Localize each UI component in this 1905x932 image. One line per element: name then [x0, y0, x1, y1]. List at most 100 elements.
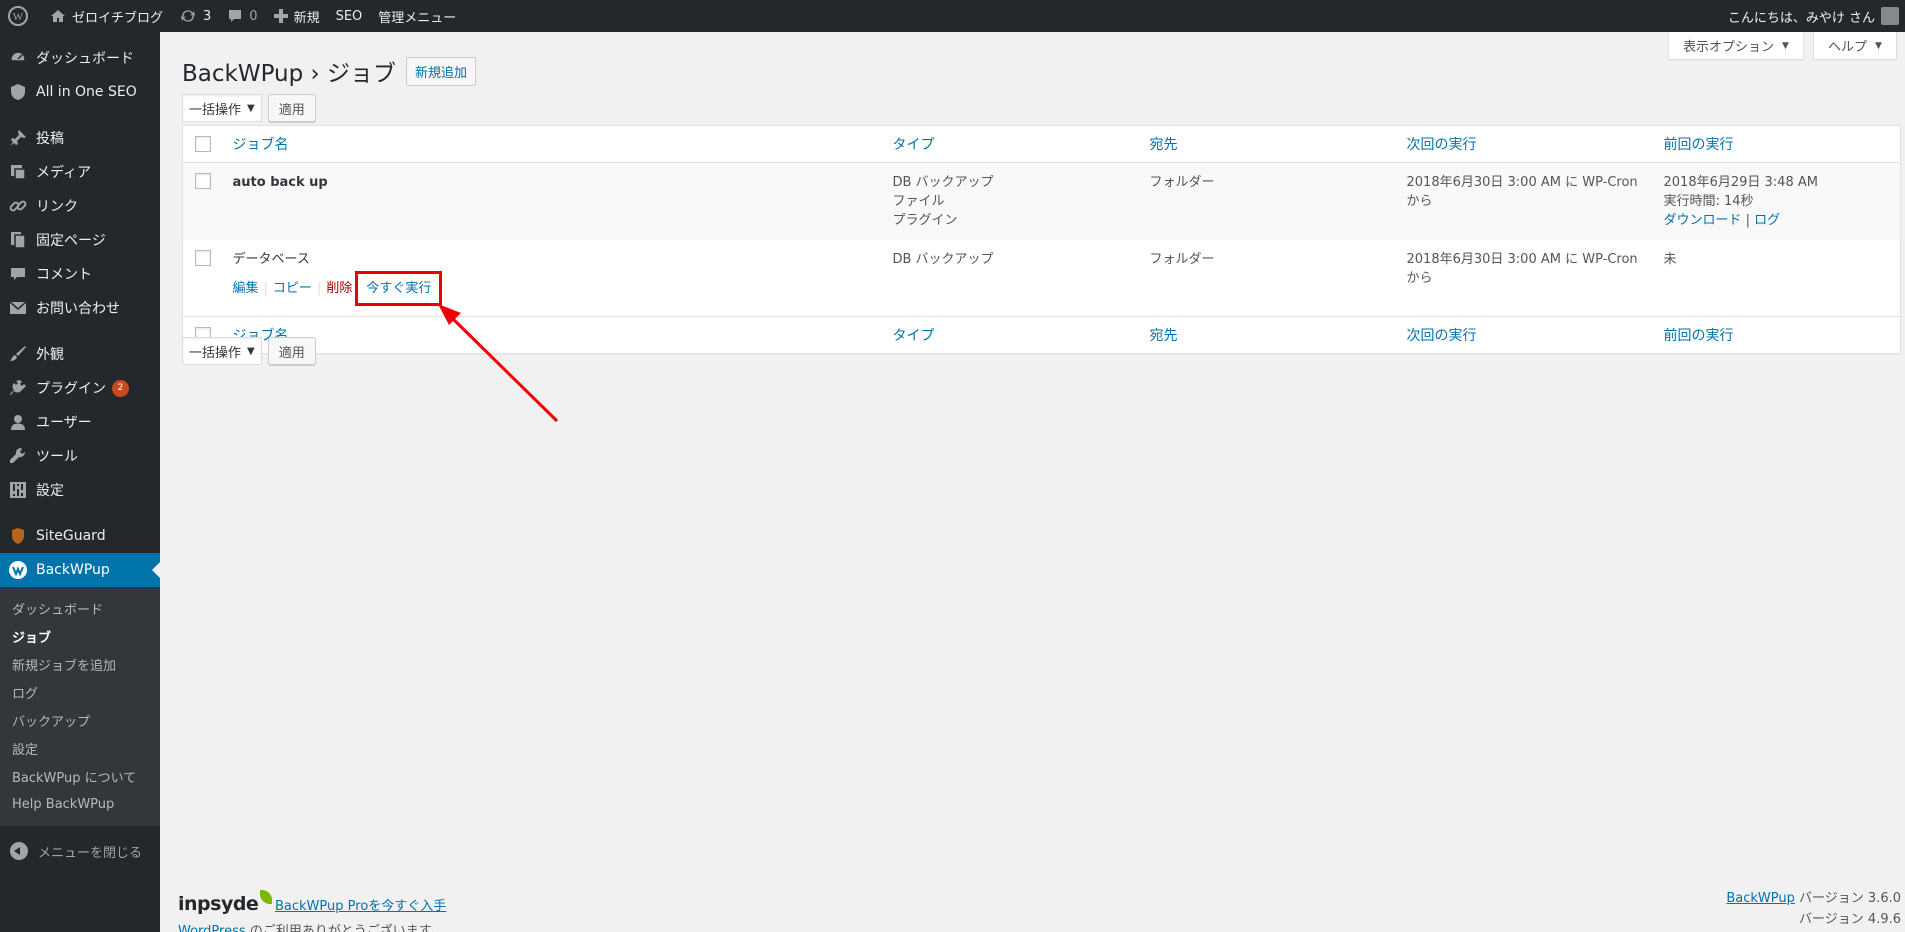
wordpress-logo-icon[interactable]: W [0, 0, 42, 32]
comment-icon [229, 10, 242, 22]
table-row: データベース 編集 | コピー | 削除 今すぐ実行 DB バックアップ フォルダー… [183, 240, 1901, 317]
table-header-row: ジョブ名 タイプ 宛先 次回の実行 前回の実行 [182, 126, 1901, 163]
submenu-backups[interactable]: バックアップ [0, 706, 160, 734]
admin-sidebar: ダッシュボード All in One SEO 投稿 メディア リンク 固定ページ… [0, 32, 160, 932]
column-last-run[interactable]: 前回の実行 [1654, 126, 1901, 163]
column-next-run[interactable]: 次回の実行 [1397, 126, 1654, 163]
table-row: auto back up DB バックアップ ファイル プラグイン フォルダー … [182, 162, 1901, 240]
column-job-name-footer[interactable]: ジョブ名 [223, 317, 883, 354]
new-content-link[interactable]: 新規 [266, 0, 328, 32]
log-link[interactable]: ログ [1754, 213, 1780, 228]
run-now-link[interactable]: 今すぐ実行 [366, 281, 431, 296]
menu-users[interactable]: ユーザー [0, 405, 160, 439]
bulk-action-select-bottom[interactable]: 一括操作 ▼ [182, 337, 262, 365]
backwpup-pro-link[interactable]: BackWPup Proを今すぐ入手 [275, 895, 446, 914]
menu-contact[interactable]: お問い合わせ [0, 291, 160, 325]
add-new-job-button[interactable]: 新規追加 [406, 56, 477, 86]
menu-settings[interactable]: 設定 [0, 473, 160, 507]
shield-icon [8, 82, 28, 102]
run-now-highlight: 今すぐ実行 [355, 271, 443, 306]
menu-appearance[interactable]: 外観 [0, 337, 160, 371]
avatar [1881, 7, 1899, 25]
updates-count: 3 [203, 8, 212, 24]
link-icon [8, 196, 28, 216]
destination: フォルダー [1149, 252, 1215, 267]
job-name[interactable]: データベース [233, 250, 873, 269]
menu-media[interactable]: メディア [0, 155, 160, 189]
menu-pages[interactable]: 固定ページ [0, 223, 160, 257]
row-checkbox[interactable] [195, 173, 211, 189]
wordpress-link[interactable]: WordPress [178, 924, 246, 932]
delete-link[interactable]: 削除 [326, 279, 352, 298]
menu-plugins[interactable]: プラグイン 2 [0, 371, 160, 405]
backwpup-link[interactable]: BackWPup [1726, 891, 1795, 906]
submenu-settings[interactable]: 設定 [0, 734, 160, 762]
bulk-action-select[interactable]: 一括操作 ▼ [182, 94, 262, 122]
table-footer-row: ジョブ名 タイプ 宛先 次回の実行 前回の実行 [182, 316, 1901, 354]
wordpress-version: バージョン 4.9.6 [1799, 912, 1901, 927]
submenu-help[interactable]: Help BackWPup [0, 790, 160, 818]
brush-icon [8, 344, 28, 364]
submenu-dashboard[interactable]: ダッシュボード [0, 594, 160, 622]
column-last-run-footer[interactable]: 前回の実行 [1654, 317, 1901, 354]
comments-count: 0 [249, 8, 258, 24]
submenu-add-new-job[interactable]: 新規ジョブを追加 [0, 650, 160, 678]
submenu-jobs[interactable]: ジョブ [0, 622, 160, 650]
download-link[interactable]: ダウンロード [1664, 213, 1742, 228]
copy-link[interactable]: コピー [273, 279, 312, 298]
menu-backwpup[interactable]: BackWPup [0, 553, 160, 587]
column-type[interactable]: タイプ [883, 126, 1140, 163]
svg-text:W: W [13, 11, 24, 23]
menu-posts[interactable]: 投稿 [0, 121, 160, 155]
site-name-link[interactable]: ゼロイチブログ [42, 0, 171, 32]
menu-siteguard[interactable]: SiteGuard [0, 519, 160, 553]
plus-icon [273, 9, 288, 23]
select-all-checkbox[interactable] [195, 136, 211, 152]
type-line: プラグイン [892, 213, 958, 228]
next-run: 2018年6月30日 3:00 AM に WP-Cron から [1406, 252, 1638, 286]
column-next-run-footer[interactable]: 次回の実行 [1397, 317, 1654, 354]
menu-comments[interactable]: コメント [0, 257, 160, 291]
updates-link[interactable]: 3 [171, 0, 219, 32]
menu-dashboard[interactable]: ダッシュボード [0, 41, 160, 75]
my-account[interactable]: こんにちは、みやけ さん [1720, 0, 1905, 32]
seo-menu[interactable]: SEO [328, 0, 371, 32]
last-run: 未 [1663, 252, 1677, 267]
column-type-footer[interactable]: タイプ [883, 317, 1140, 354]
column-job-name[interactable]: ジョブ名 [223, 126, 883, 163]
column-destination[interactable]: 宛先 [1140, 126, 1397, 163]
comments-link[interactable]: 0 [219, 0, 265, 32]
menu-tools[interactable]: ツール [0, 439, 160, 473]
apply-button-bottom[interactable]: 適用 [267, 337, 316, 365]
menu-links[interactable]: リンク [0, 189, 160, 223]
destination: フォルダー [1149, 175, 1215, 190]
job-name[interactable]: auto back up [233, 175, 328, 190]
bulk-actions-top: 一括操作 ▼ 適用 [182, 94, 316, 122]
last-run-duration: 実行時間: 14秒 [1663, 194, 1754, 209]
type-line: ファイル [892, 194, 945, 209]
menu-all-in-one-seo[interactable]: All in One SEO [0, 75, 160, 109]
column-destination-footer[interactable]: 宛先 [1140, 317, 1397, 354]
row-checkbox[interactable] [195, 250, 211, 266]
jobs-table: ジョブ名 タイプ 宛先 次回の実行 前回の実行 auto back up DB … [182, 125, 1901, 354]
submenu-about[interactable]: BackWPup について [0, 762, 160, 790]
apply-button[interactable]: 適用 [267, 94, 316, 122]
row-actions: 編集 | コピー | 削除 今すぐ実行 [233, 271, 873, 306]
admin-menu-link[interactable]: 管理メニュー [370, 0, 464, 32]
dashboard-icon [8, 48, 28, 68]
submenu-logs[interactable]: ログ [0, 678, 160, 706]
footer-thanks: WordPress のご利用ありがとうございます。 [178, 920, 443, 932]
backwpup-version: BackWPup バージョン 3.6.0 [1726, 891, 1901, 906]
bulk-actions-bottom: 一括操作 ▼ 適用 [182, 337, 316, 365]
last-run-date: 2018年6月29日 3:48 AM [1663, 175, 1818, 190]
edit-link[interactable]: 編集 [233, 279, 259, 298]
dropdown-arrow-icon: ▼ [247, 102, 255, 114]
collapse-menu-button[interactable]: メニューを閉じる [0, 834, 160, 868]
dropdown-arrow-icon: ▼ [247, 345, 255, 357]
inpsyde-logo[interactable]: inpsyde [178, 890, 273, 915]
wrench-icon [8, 446, 28, 466]
mail-icon [8, 298, 28, 318]
backwpup-icon [8, 560, 28, 580]
next-run: 2018年6月30日 3:00 AM に WP-Cron から [1406, 175, 1638, 209]
siteguard-icon [8, 526, 28, 546]
